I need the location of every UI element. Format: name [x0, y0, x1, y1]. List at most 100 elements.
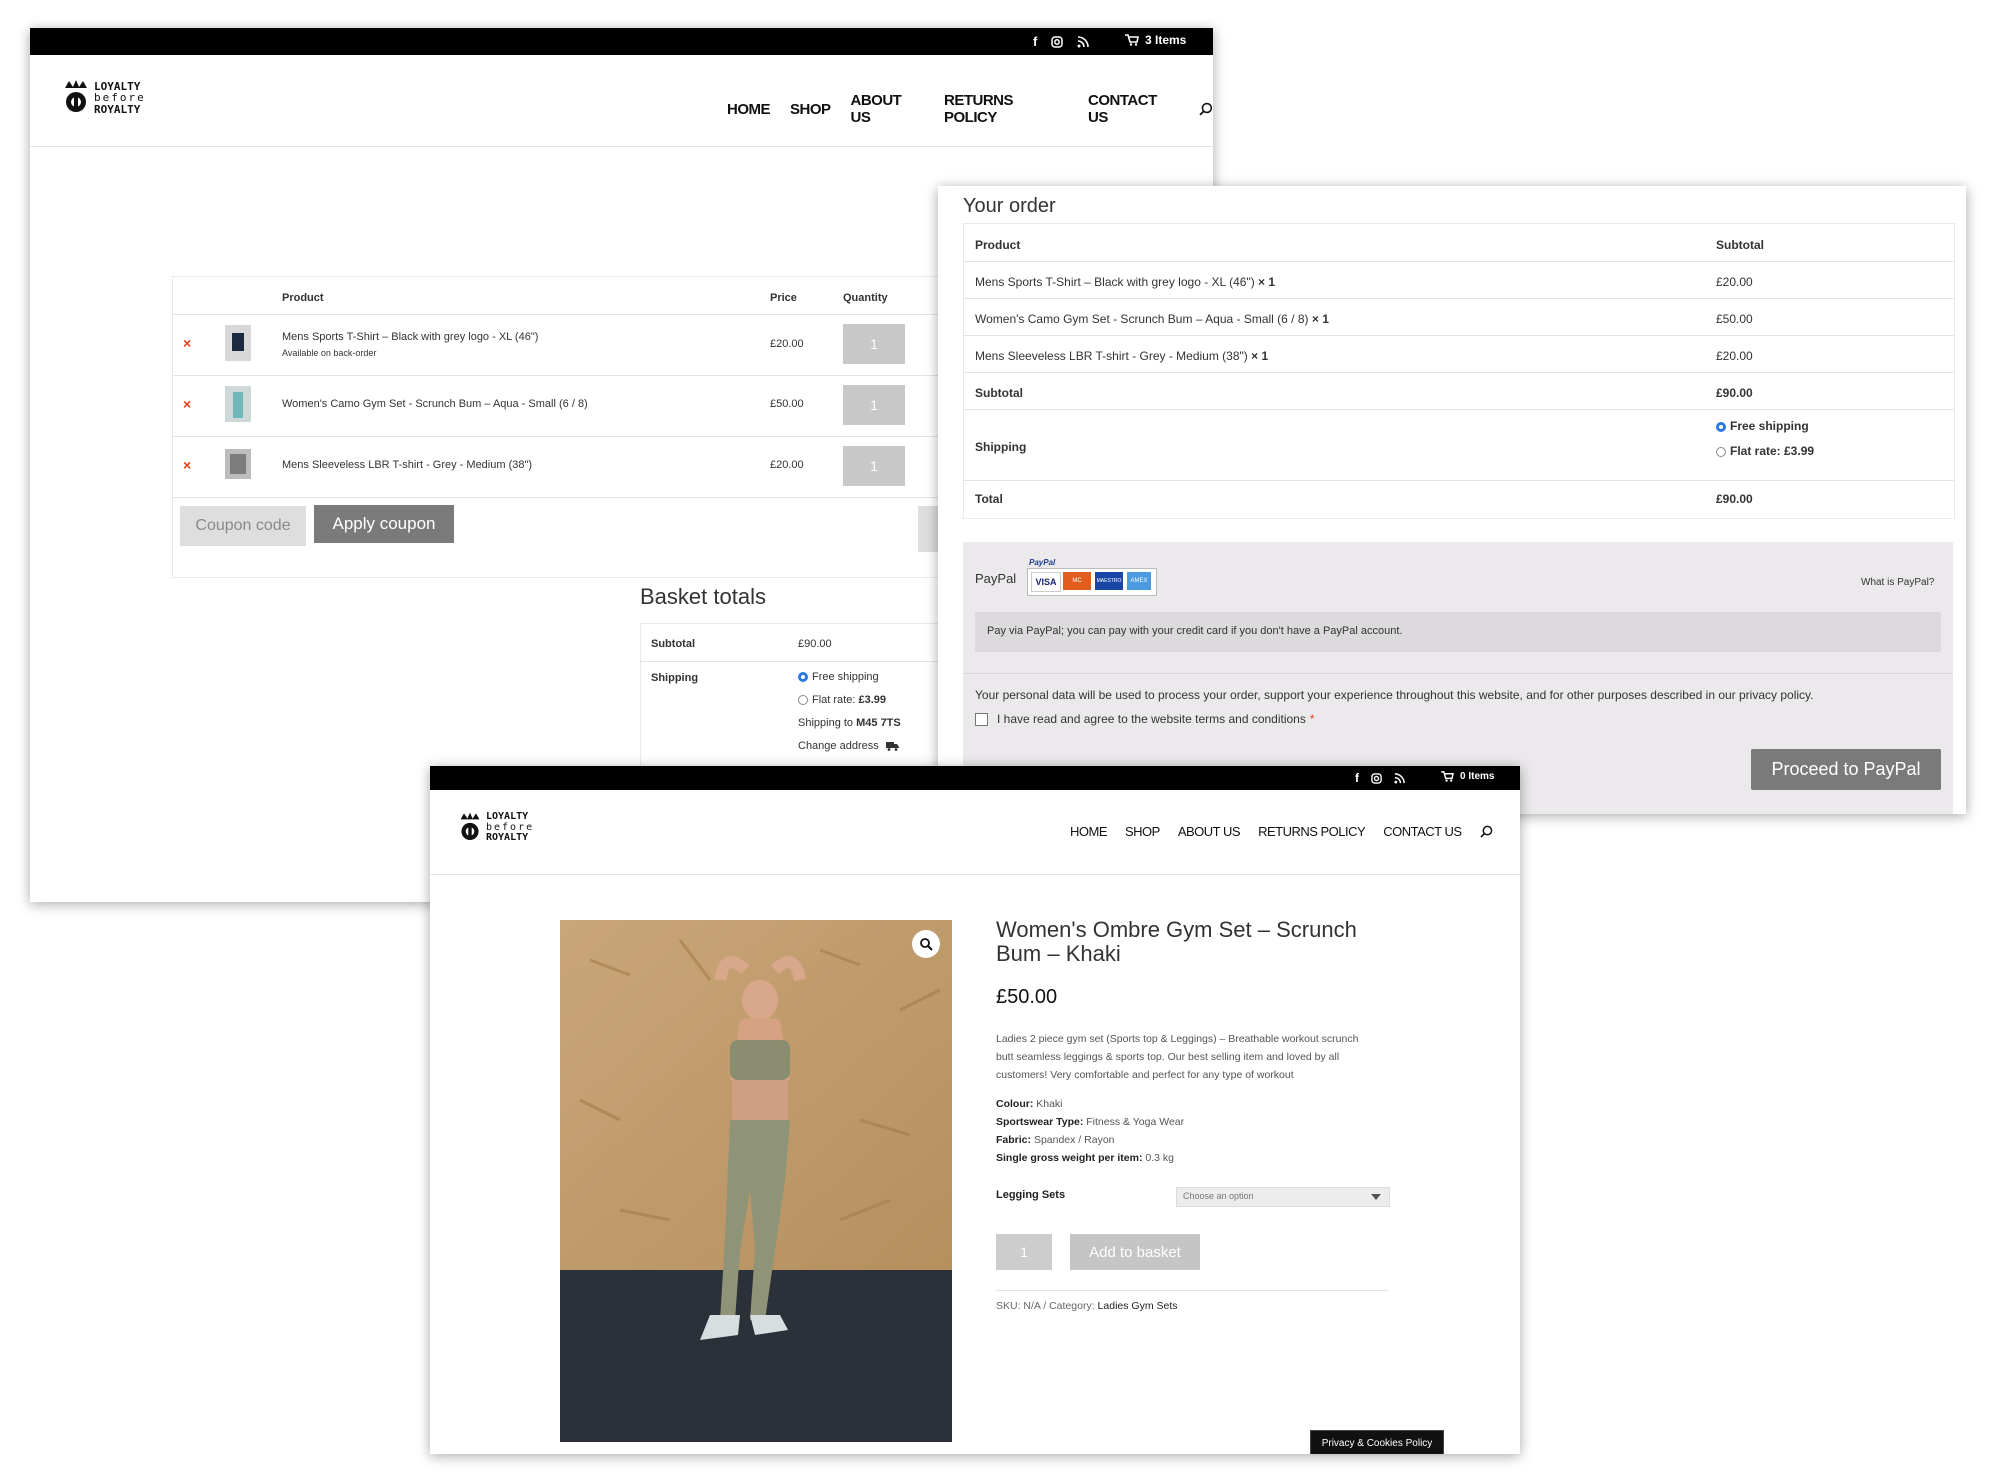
- amex-card-icon: AMEX: [1127, 572, 1151, 590]
- cart-link[interactable]: 3 Items: [1125, 33, 1186, 47]
- nav-about-us[interactable]: ABOUT US: [851, 92, 924, 126]
- paypal-description: Pay via PayPal; you can pay with your cr…: [975, 612, 1941, 652]
- paypal-method-label[interactable]: PayPal: [975, 571, 1016, 586]
- product-title: Women's Ombre Gym Set – Scrunch Bum – Kh…: [996, 917, 1357, 966]
- subtotal-value: £90.00: [1716, 386, 1753, 400]
- chevron-down-icon: [1371, 1194, 1381, 1200]
- search-icon[interactable]: [1199, 102, 1213, 116]
- main-nav: HOME SHOP ABOUT US RETURNS POLICY CONTAC…: [727, 92, 1213, 126]
- change-address-link[interactable]: Change address: [798, 740, 899, 752]
- header-divider: [30, 146, 1213, 147]
- flat-rate-radio[interactable]: [1716, 446, 1726, 457]
- cart-icon: [1125, 34, 1139, 46]
- shipping-destination: Shipping to M45 7TS: [798, 717, 901, 729]
- cart-count: 0 Items: [1460, 771, 1495, 782]
- facebook-icon[interactable]: f: [1355, 771, 1359, 785]
- cart-count: 3 Items: [1145, 33, 1187, 47]
- nav-returns-policy[interactable]: RETURNS POLICY: [1258, 824, 1366, 839]
- legging-sets-select[interactable]: Choose an option: [1176, 1187, 1390, 1207]
- col-subtotal-header: Subtotal: [1716, 238, 1764, 252]
- what-is-paypal-link[interactable]: What is PayPal?: [1861, 577, 1934, 588]
- product-name-link[interactable]: Women's Camo Gym Set - Scrunch Bum – Aqu…: [282, 398, 588, 410]
- flat-rate-option[interactable]: Flat rate: £3.99: [798, 694, 886, 706]
- nav-shop[interactable]: SHOP: [1125, 824, 1160, 839]
- cart-icon: [1441, 771, 1454, 782]
- free-shipping-radio[interactable]: [798, 672, 808, 683]
- order-table: Product Subtotal Mens Sports T-Shirt – B…: [963, 223, 1955, 519]
- visa-card-icon: VISA: [1031, 572, 1061, 592]
- maestro-card-icon: MAESTRO: [1095, 572, 1123, 590]
- order-item-total: £20.00: [1716, 275, 1753, 289]
- flat-rate-option[interactable]: Flat rate: £3.99: [1716, 444, 1814, 458]
- crown-logo-icon: [65, 80, 87, 112]
- nav-contact-us[interactable]: CONTACT US: [1088, 92, 1179, 126]
- paypal-card-logos: PayPal VISA MC MAESTRO AMEX: [1025, 558, 1157, 596]
- cart-link[interactable]: 0 Items: [1441, 771, 1494, 782]
- nav-shop[interactable]: SHOP: [790, 101, 831, 118]
- facebook-icon[interactable]: f: [1033, 34, 1037, 49]
- product-image[interactable]: [560, 920, 952, 1442]
- remove-item-icon[interactable]: ×: [183, 396, 191, 412]
- total-label: Total: [975, 492, 1003, 506]
- social-links: f: [1355, 771, 1405, 785]
- product-thumbnail[interactable]: [225, 386, 251, 422]
- logo[interactable]: LOYALTY before ROYALTY: [458, 810, 534, 846]
- category-link[interactable]: Ladies Gym Sets: [1098, 1300, 1178, 1312]
- quantity-input[interactable]: 1: [843, 446, 905, 486]
- order-item-name: Mens Sports T-Shirt – Black with grey lo…: [975, 275, 1276, 289]
- product-thumbnail[interactable]: [225, 449, 251, 479]
- product-name-link[interactable]: Mens Sleeveless LBR T-shirt - Grey - Med…: [282, 459, 532, 471]
- apply-coupon-button[interactable]: Apply coupon: [314, 505, 454, 543]
- logo[interactable]: LOYALTY before ROYALTY: [62, 78, 146, 118]
- col-quantity-header: Quantity: [843, 292, 888, 304]
- coupon-code-input[interactable]: Coupon code: [180, 506, 306, 546]
- free-shipping-option[interactable]: Free shipping: [798, 671, 879, 683]
- terms-row: I have read and agree to the website ter…: [975, 712, 1315, 726]
- quantity-input[interactable]: 1: [843, 385, 905, 425]
- add-to-basket-button[interactable]: Add to basket: [1070, 1234, 1200, 1270]
- col-price-header: Price: [770, 292, 797, 304]
- rss-icon[interactable]: [1077, 35, 1090, 48]
- product-price: £20.00: [770, 459, 804, 471]
- quantity-input[interactable]: 1: [996, 1234, 1052, 1270]
- search-icon[interactable]: [1479, 825, 1493, 838]
- privacy-cookies-button[interactable]: Privacy & Cookies Policy: [1310, 1430, 1444, 1454]
- free-shipping-radio[interactable]: [1716, 421, 1726, 432]
- free-shipping-option[interactable]: Free shipping: [1716, 419, 1809, 433]
- legging-sets-label: Legging Sets: [996, 1189, 1066, 1201]
- product-description: Ladies 2 piece gym set (Sports top & Leg…: [996, 1033, 1359, 1081]
- nav-about-us[interactable]: ABOUT US: [1178, 824, 1241, 839]
- instagram-icon[interactable]: [1371, 772, 1382, 784]
- product-price: £50.00: [996, 986, 1058, 1008]
- logo-text: LOYALTY before ROYALTY: [94, 79, 146, 116]
- remove-item-icon[interactable]: ×: [183, 457, 191, 473]
- order-title: Your order: [963, 195, 1056, 217]
- instagram-icon[interactable]: [1051, 35, 1064, 48]
- basket-totals-title: Basket totals: [640, 584, 766, 609]
- terms-checkbox[interactable]: [975, 712, 988, 726]
- nav-returns-policy[interactable]: RETURNS POLICY: [944, 92, 1068, 126]
- proceed-to-paypal-button[interactable]: Proceed to PayPal: [1751, 749, 1941, 790]
- mastercard-icon: MC: [1063, 572, 1091, 590]
- product-thumbnail[interactable]: [225, 325, 251, 361]
- shipping-label: Shipping: [651, 672, 699, 684]
- product-price: £50.00: [770, 398, 804, 410]
- product-name-link[interactable]: Mens Sports T-Shirt – Black with grey lo…: [282, 331, 538, 343]
- product-window: f 0 Items LOYALTY before ROYALTY HOME SH…: [430, 766, 1520, 1454]
- remove-item-icon[interactable]: ×: [183, 335, 191, 351]
- paypal-badge: PayPal: [1029, 558, 1056, 567]
- nav-contact-us[interactable]: CONTACT US: [1383, 824, 1462, 839]
- quantity-input[interactable]: 1: [843, 324, 905, 364]
- nav-home[interactable]: HOME: [727, 101, 771, 118]
- crown-logo-icon: [460, 812, 480, 840]
- subtotal-label: Subtotal: [975, 386, 1023, 400]
- product-price: £20.00: [770, 338, 804, 350]
- nav-home[interactable]: HOME: [1070, 824, 1108, 839]
- order-item-total: £20.00: [1716, 349, 1753, 363]
- truck-icon: [885, 742, 899, 751]
- order-item-name: Mens Sleeveless LBR T-shirt - Grey - Med…: [975, 349, 1269, 363]
- flat-rate-radio[interactable]: [798, 695, 808, 706]
- zoom-icon[interactable]: [912, 930, 940, 958]
- order-item-total: £50.00: [1716, 312, 1753, 326]
- rss-icon[interactable]: [1394, 772, 1405, 784]
